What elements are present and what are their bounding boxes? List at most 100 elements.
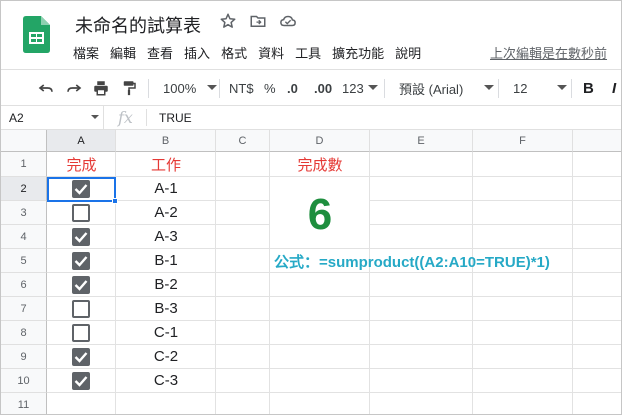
last-edit-link[interactable]: 上次編輯是在數秒前 bbox=[490, 43, 607, 62]
active-cell-selection bbox=[47, 177, 116, 202]
column-header-f[interactable]: F bbox=[473, 130, 573, 152]
percent-format-button[interactable]: % bbox=[264, 70, 276, 106]
fill-handle[interactable] bbox=[112, 198, 118, 204]
row-header[interactable]: 2 bbox=[1, 177, 47, 201]
row-header[interactable]: 9 bbox=[1, 345, 47, 369]
fx-icon: fx bbox=[118, 108, 133, 127]
chevron-down-icon bbox=[367, 85, 378, 90]
more-formats-label: 123 bbox=[342, 80, 364, 96]
increase-decimal-label: .00 bbox=[314, 80, 333, 96]
paint-format-icon bbox=[123, 81, 136, 96]
document-title[interactable]: 未命名的試算表 bbox=[75, 12, 201, 38]
app-window: 未命名的試算表 檔案 編輯 查看 插入 格式 資料 工具 擴充功能 說明 上次編… bbox=[0, 0, 622, 415]
menu-file[interactable]: 檔案 bbox=[73, 43, 99, 61]
column-header-c[interactable]: C bbox=[216, 130, 270, 152]
print-icon bbox=[94, 81, 108, 96]
column-header-g[interactable] bbox=[573, 130, 621, 152]
column-header-b[interactable]: B bbox=[116, 130, 216, 152]
font-family-select[interactable]: 預設 (Arial) bbox=[399, 70, 495, 106]
cloud-saved-icon[interactable] bbox=[279, 12, 297, 30]
row-header[interactable]: 3 bbox=[1, 201, 47, 225]
row-header[interactable]: 6 bbox=[1, 273, 47, 297]
menu-help[interactable]: 說明 bbox=[395, 43, 421, 61]
menu-format[interactable]: 格式 bbox=[221, 43, 247, 61]
grid-line bbox=[572, 152, 573, 414]
increase-decimal-button[interactable]: .00 bbox=[314, 70, 332, 106]
move-folder-icon[interactable] bbox=[249, 12, 267, 30]
header-done: 完成 bbox=[66, 156, 97, 174]
undo-button[interactable] bbox=[37, 70, 55, 106]
header: 未命名的試算表 檔案 編輯 查看 插入 格式 資料 工具 擴充功能 說明 上次編… bbox=[1, 1, 621, 69]
menu-view[interactable]: 查看 bbox=[147, 43, 173, 61]
print-button[interactable] bbox=[92, 70, 110, 106]
task-name: A-1 bbox=[154, 180, 178, 197]
task-checkbox[interactable] bbox=[72, 276, 90, 294]
column-header-a[interactable]: A bbox=[47, 130, 116, 152]
chevron-down-icon bbox=[207, 85, 218, 90]
chevron-down-icon bbox=[91, 115, 99, 119]
chevron-down-icon bbox=[557, 85, 568, 90]
select-all-corner[interactable] bbox=[1, 130, 47, 152]
toolbar-divider bbox=[148, 79, 149, 98]
menu-bar: 檔案 編輯 查看 插入 格式 資料 工具 擴充功能 說明 bbox=[73, 43, 432, 61]
font-size-value: 12 bbox=[513, 80, 528, 96]
row-header[interactable]: 11 bbox=[1, 393, 47, 414]
zoom-select[interactable]: 100% bbox=[163, 70, 218, 106]
font-size-select[interactable]: 12 bbox=[513, 70, 568, 106]
sheets-logo-icon[interactable] bbox=[23, 16, 50, 53]
paint-format-button[interactable] bbox=[120, 70, 138, 106]
undo-icon bbox=[38, 84, 53, 92]
column-header-e[interactable]: E bbox=[370, 130, 473, 152]
toolbar-divider bbox=[498, 79, 499, 98]
header-done-count: 完成數 bbox=[297, 156, 343, 174]
italic-button[interactable]: I bbox=[612, 70, 616, 106]
name-box[interactable]: A2 bbox=[1, 106, 104, 129]
font-family-value: 預設 (Arial) bbox=[399, 81, 464, 97]
done-count-value: 6 bbox=[307, 190, 333, 239]
redo-icon bbox=[67, 84, 82, 92]
task-checkbox[interactable] bbox=[72, 252, 90, 270]
star-icon[interactable] bbox=[219, 12, 237, 30]
row-header[interactable]: 8 bbox=[1, 321, 47, 345]
more-formats-button[interactable]: 123 bbox=[342, 70, 378, 106]
task-checkbox[interactable] bbox=[72, 372, 90, 390]
toolbar-divider bbox=[219, 79, 220, 98]
task-name: B-3 bbox=[154, 300, 178, 317]
task-name: B-1 bbox=[154, 252, 178, 269]
grid-line bbox=[472, 152, 473, 414]
menu-edit[interactable]: 編輯 bbox=[110, 43, 136, 61]
formula-input[interactable]: TRUE bbox=[159, 111, 192, 125]
zoom-value: 100% bbox=[163, 80, 197, 96]
toolbar-divider bbox=[384, 79, 385, 98]
task-checkbox[interactable] bbox=[72, 348, 90, 366]
task-checkbox[interactable] bbox=[72, 300, 90, 318]
menu-insert[interactable]: 插入 bbox=[184, 43, 210, 61]
task-name: C-1 bbox=[153, 324, 179, 341]
task-name: C-3 bbox=[153, 372, 179, 389]
formula-bar: A2 fx TRUE bbox=[1, 106, 621, 130]
bold-button[interactable]: B bbox=[583, 70, 594, 106]
redo-button[interactable] bbox=[65, 70, 83, 106]
menu-tools[interactable]: 工具 bbox=[295, 43, 321, 61]
row-header[interactable]: 1 bbox=[1, 152, 47, 177]
toolbar-divider bbox=[571, 79, 572, 98]
task-name: B-2 bbox=[154, 276, 178, 293]
row-header[interactable]: 4 bbox=[1, 225, 47, 249]
task-checkbox[interactable] bbox=[72, 204, 90, 222]
row-header[interactable]: 7 bbox=[1, 297, 47, 321]
row-header[interactable]: 10 bbox=[1, 369, 47, 393]
task-name: A-3 bbox=[154, 228, 178, 245]
menu-data[interactable]: 資料 bbox=[258, 43, 284, 61]
row-header[interactable]: 5 bbox=[1, 249, 47, 273]
decrease-decimal-button[interactable]: .0 bbox=[287, 70, 298, 106]
formula-note: 公式：=sumproduct((A2:A10=TRUE)*1) bbox=[274, 254, 550, 271]
task-checkbox[interactable] bbox=[72, 324, 90, 342]
task-checkbox[interactable] bbox=[72, 228, 90, 246]
decrease-decimal-label: .0 bbox=[287, 80, 298, 96]
column-header-d[interactable]: D bbox=[270, 130, 370, 152]
sheet-grid: A B C D E F 1 2 3 4 5 6 7 8 9 10 11 完成 工… bbox=[1, 130, 621, 414]
header-task: 工作 bbox=[150, 156, 181, 174]
grid-line bbox=[47, 392, 621, 393]
currency-format-button[interactable]: NT$ bbox=[229, 70, 254, 106]
menu-extensions[interactable]: 擴充功能 bbox=[332, 43, 384, 61]
